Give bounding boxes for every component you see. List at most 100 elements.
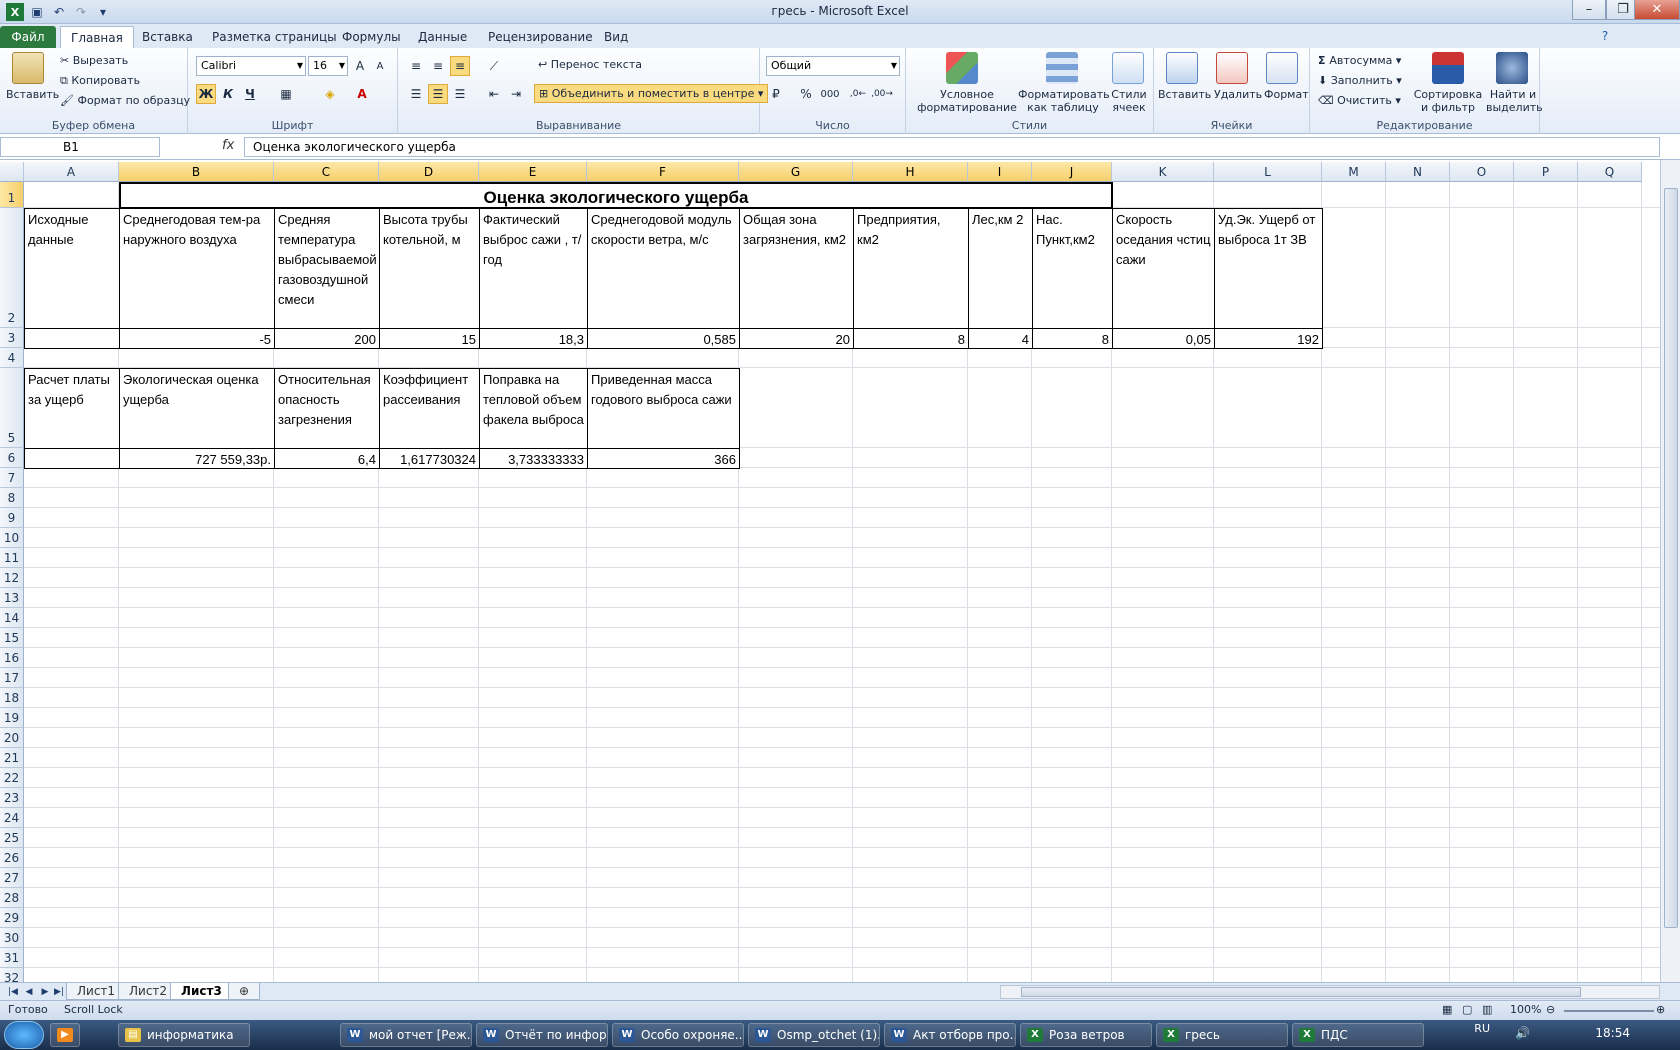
decrease-decimal-icon[interactable]: ,00→ [871, 84, 893, 104]
number-format-combo[interactable]: Общий ▼ [766, 56, 900, 76]
format-painter-button[interactable]: 🖌 Формат по образцу [60, 94, 190, 107]
cell-header-r2-b[interactable]: Среднегодовая тем-ра наружного воздуха [119, 208, 275, 329]
column-header-g[interactable]: G [739, 162, 853, 182]
cell-value-r3-b[interactable]: -5 [119, 328, 275, 349]
row-header-29[interactable]: 29 [0, 908, 24, 928]
align-bottom-icon[interactable]: ≡ [450, 56, 470, 76]
column-header-b[interactable]: B [119, 162, 274, 182]
increase-indent-icon[interactable]: ⇥ [506, 84, 526, 104]
cell-value-r3-e[interactable]: 18,3 [479, 328, 588, 349]
column-header-h[interactable]: H [853, 162, 968, 182]
cell-value-r3-i[interactable]: 4 [968, 328, 1033, 349]
start-button[interactable] [4, 1021, 44, 1049]
help-icon[interactable]: ? [1596, 27, 1614, 45]
row-header-31[interactable]: 31 [0, 948, 24, 968]
row-header-26[interactable]: 26 [0, 848, 24, 868]
autosum-button[interactable]: Σ Автосумма ▾ [1318, 54, 1401, 67]
column-header-p[interactable]: P [1514, 162, 1578, 182]
cell-styles-button[interactable]: Стили ячеек [1106, 88, 1152, 114]
shrink-font-icon[interactable]: A [370, 56, 390, 76]
column-header-f[interactable]: F [587, 162, 739, 182]
cell-header-r2-g[interactable]: Общая зона загрязнения, км2 [739, 208, 854, 329]
format-as-table-button[interactable]: Форматировать как таблицу [1018, 88, 1110, 114]
name-box[interactable]: B1 [0, 137, 160, 157]
conditional-format-icon[interactable] [946, 52, 978, 84]
cell-header-r5-c[interactable]: Относительная опасность загрезнения [274, 368, 380, 449]
column-header-l[interactable]: L [1214, 162, 1322, 182]
cell-header-r2-j[interactable]: Нас. Пункт,км2 [1032, 208, 1113, 329]
cell-value-r3-l[interactable]: 192 [1214, 328, 1323, 349]
row-header-23[interactable]: 23 [0, 788, 24, 808]
row-header-16[interactable]: 16 [0, 648, 24, 668]
normal-view-icon[interactable]: ▦ [1442, 1001, 1452, 1019]
cell-header-r5-d[interactable]: Коэффициент рассеивания [379, 368, 480, 449]
row-header-7[interactable]: 7 [0, 468, 24, 488]
tab-data[interactable]: Данные [408, 26, 477, 48]
zoom-in-icon[interactable]: ⊕ [1656, 1001, 1665, 1019]
cell-header-r2-f[interactable]: Среднегодовой модуль скорости ветра, м/с [587, 208, 740, 329]
taskbar-item-6[interactable]: W Акт отборв про... [884, 1023, 1016, 1047]
select-all-corner[interactable] [0, 162, 24, 182]
row-header-2[interactable]: 2 [0, 208, 24, 328]
taskbar-item-2[interactable]: Wмой отчет [Реж... [340, 1023, 472, 1047]
font-color-icon[interactable]: A [352, 84, 372, 104]
row-header-1[interactable]: 1 [0, 182, 24, 208]
taskbar-item-1[interactable]: ▤ информатика [118, 1023, 250, 1047]
format-cells-button[interactable]: Формат [1264, 88, 1309, 101]
row-header-13[interactable]: 13 [0, 588, 24, 608]
row-header-17[interactable]: 17 [0, 668, 24, 688]
row-header-25[interactable]: 25 [0, 828, 24, 848]
row-header-5[interactable]: 5 [0, 368, 24, 448]
decrease-indent-icon[interactable]: ⇤ [484, 84, 504, 104]
insert-cells-icon[interactable] [1166, 52, 1198, 84]
font-name-combo[interactable]: Calibri ▼ [196, 56, 306, 76]
merge-center-button[interactable]: ⊞ Объединить и поместить в центре ▾ [534, 84, 769, 103]
delete-cells-icon[interactable] [1216, 52, 1248, 84]
row-header-11[interactable]: 11 [0, 548, 24, 568]
volume-icon[interactable]: 🔊 [1515, 1026, 1530, 1040]
row-header-24[interactable]: 24 [0, 808, 24, 828]
column-header-i[interactable]: I [968, 162, 1032, 182]
wrap-text-button[interactable]: ↩ Перенос текста [538, 58, 642, 71]
row-header-6[interactable]: 6 [0, 448, 24, 468]
vertical-scrollbar[interactable] [1660, 160, 1680, 982]
row-header-8[interactable]: 8 [0, 488, 24, 508]
cell-value-r6-f[interactable]: 366 [587, 448, 740, 469]
row-header-12[interactable]: 12 [0, 568, 24, 588]
cell-value-r6-a[interactable] [24, 448, 120, 469]
row-header-19[interactable]: 19 [0, 708, 24, 728]
underline-button[interactable]: Ч [240, 84, 260, 104]
tab-view[interactable]: Вид [594, 26, 638, 48]
fx-icon[interactable]: fx [222, 138, 234, 153]
tab-file[interactable]: Файл [0, 26, 56, 48]
sort-filter-button[interactable]: Сортировка и фильтр [1410, 88, 1486, 114]
clear-button[interactable]: ⌫ Очистить ▾ [1318, 94, 1401, 107]
delete-cells-button[interactable]: Удалить [1214, 88, 1262, 101]
cell-value-r3-h[interactable]: 8 [853, 328, 969, 349]
find-select-icon[interactable] [1496, 52, 1528, 84]
format-as-table-icon[interactable] [1046, 52, 1078, 84]
cell-header-r5-b[interactable]: Экологическая оценка ущерба [119, 368, 275, 449]
align-right-icon[interactable]: ☰ [450, 84, 470, 104]
cell-value-r3-j[interactable]: 8 [1032, 328, 1113, 349]
align-left-icon[interactable]: ☰ [406, 84, 426, 104]
borders-icon[interactable]: ▦ [276, 84, 296, 104]
row-header-18[interactable]: 18 [0, 688, 24, 708]
conditional-format-button[interactable]: Условное форматирование [912, 88, 1022, 114]
font-size-combo[interactable]: 16 ▼ [308, 56, 348, 76]
row-header-30[interactable]: 30 [0, 928, 24, 948]
column-header-k[interactable]: K [1112, 162, 1214, 182]
cell-value-r6-d[interactable]: 1,617730324 [379, 448, 480, 469]
cell-header-r2-d[interactable]: Высота трубы котельной, м [379, 208, 480, 329]
grow-font-icon[interactable]: A [350, 56, 370, 76]
taskbar-item-9[interactable]: X ПДС [1292, 1023, 1424, 1047]
row-header-20[interactable]: 20 [0, 728, 24, 748]
column-header-o[interactable]: O [1450, 162, 1514, 182]
formula-input[interactable]: Оценка экологического ущерба [244, 137, 1660, 157]
vertical-scroll-thumb[interactable] [1664, 188, 1678, 928]
row-header-22[interactable]: 22 [0, 768, 24, 788]
cell-value-r6-e[interactable]: 3,733333333 [479, 448, 588, 469]
cut-button[interactable]: ✂ Вырезать [60, 54, 128, 67]
tab-home[interactable]: Главная [60, 26, 134, 48]
column-header-j[interactable]: J [1032, 162, 1112, 182]
